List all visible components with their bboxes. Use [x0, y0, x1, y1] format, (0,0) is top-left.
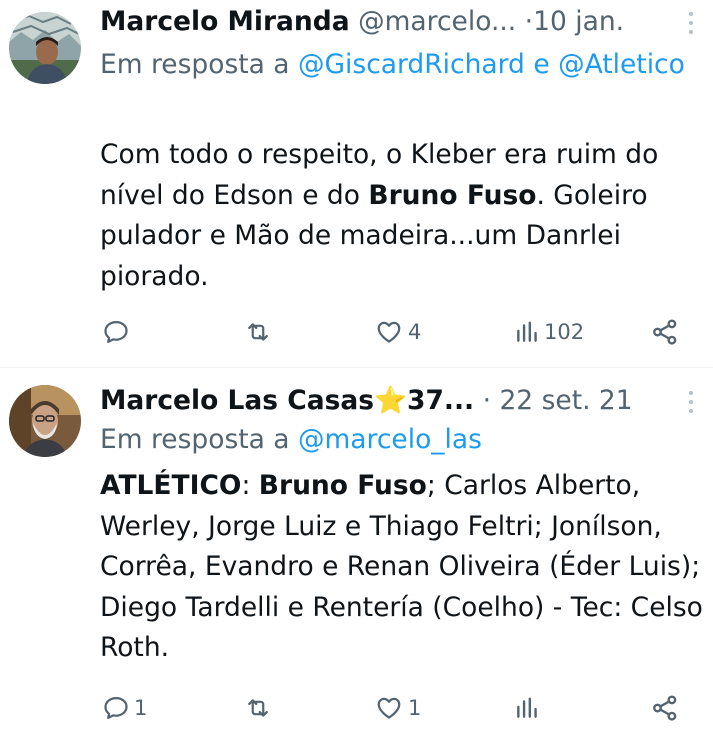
like-icon — [377, 697, 401, 719]
share-icon — [653, 695, 677, 721]
text-segment: : — [241, 470, 259, 501]
star-icon: ⭐ — [374, 385, 408, 416]
author-name[interactable]: Marcelo Las Casas — [100, 385, 374, 416]
mention-link[interactable]: @Atletico — [558, 49, 685, 80]
author-name-suffix: 37... — [407, 385, 475, 416]
reply-context: Em resposta a @GiscardRichard e @Atletic… — [100, 45, 693, 85]
tweet-divider — [0, 367, 713, 368]
text-bold: Bruno Fuso — [368, 179, 537, 211]
text-bold: ATLÉTICO — [100, 470, 242, 501]
views-icon — [517, 697, 537, 718]
views-icon — [517, 321, 537, 342]
action-bar: 4 102 — [100, 314, 692, 350]
tweet-text: ATLÉTICO: Bruno Fuso; Carlos Alberto, We… — [100, 466, 703, 669]
timestamp[interactable]: 10 jan. — [533, 6, 624, 37]
views-count: 102 — [544, 320, 585, 344]
more-icon[interactable] — [687, 10, 695, 36]
mention-joiner: e — [533, 49, 550, 80]
like-button[interactable]: 4 — [374, 314, 421, 350]
retweet-icon — [248, 699, 268, 717]
avatar[interactable] — [9, 12, 81, 84]
like-count: 1 — [408, 696, 422, 720]
tweet-header: Marcelo Las Casas⭐37... · 22 set. 21 — [100, 383, 693, 419]
views-button[interactable]: 102 — [514, 314, 584, 350]
share-icon — [653, 319, 677, 345]
like-count: 4 — [408, 320, 422, 344]
reply-button[interactable]: 1 — [102, 690, 147, 726]
share-button[interactable] — [650, 314, 680, 350]
reply-prefix: Em resposta a — [100, 49, 290, 80]
reply-icon — [104, 320, 128, 344]
avatar-image — [9, 385, 81, 457]
tweet[interactable]: Marcelo Las Casas⭐37... · 22 set. 21 Em … — [0, 370, 713, 739]
share-button[interactable] — [650, 690, 680, 726]
reply-icon — [104, 696, 128, 720]
separator-dot: · — [524, 6, 534, 37]
separator-dot: · — [482, 385, 491, 416]
retweet-button[interactable] — [244, 690, 276, 726]
avatar-image — [9, 12, 81, 84]
reply-button[interactable] — [102, 314, 134, 350]
author-name[interactable]: Marcelo Miranda — [100, 6, 350, 37]
retweet-button[interactable] — [244, 314, 276, 350]
reply-count: 1 — [134, 696, 148, 720]
retweet-icon — [248, 323, 268, 341]
more-icon[interactable] — [687, 389, 695, 415]
reply-context: Em resposta a @marcelo_las — [100, 420, 693, 460]
mention-link[interactable]: @GiscardRichard — [298, 49, 525, 80]
reply-prefix: Em resposta a — [100, 424, 290, 455]
author-handle[interactable]: @marcelo... — [358, 6, 516, 37]
avatar[interactable] — [9, 385, 81, 457]
like-icon — [377, 321, 401, 343]
timestamp[interactable]: 22 set. 21 — [499, 385, 632, 416]
views-button[interactable] — [514, 690, 544, 726]
tweet-header: Marcelo Miranda @marcelo... ·10 jan. — [100, 4, 693, 40]
action-bar: 1 1 — [100, 690, 692, 726]
like-button[interactable]: 1 — [374, 690, 421, 726]
mention-link[interactable]: @marcelo_las — [298, 424, 482, 455]
text-bold: Bruno Fuso — [258, 470, 427, 501]
tweet-text: Com todo o respeito, o Kleber era ruim d… — [100, 135, 703, 297]
tweet[interactable]: Marcelo Miranda @marcelo... ·10 jan. Em … — [0, 0, 713, 370]
